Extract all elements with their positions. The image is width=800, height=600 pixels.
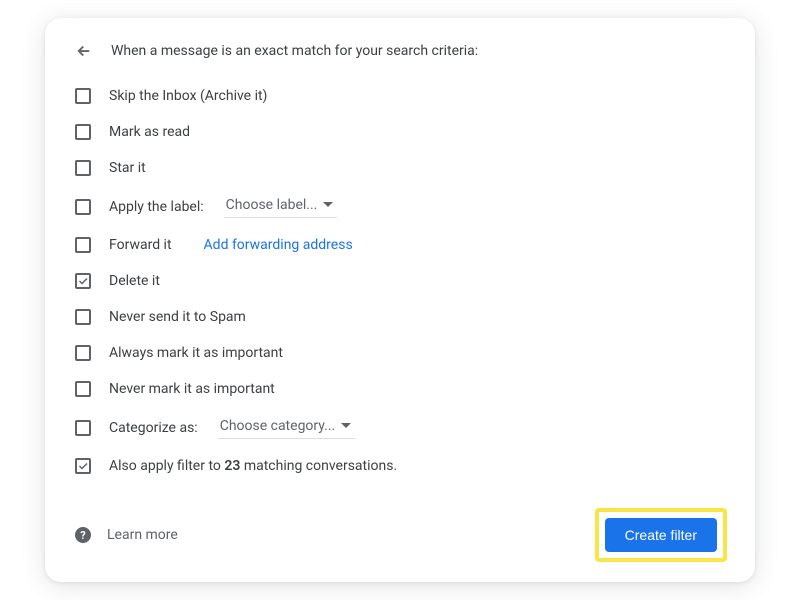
dialog-title: When a message is an exact match for you… bbox=[111, 43, 478, 59]
learn-more-link[interactable]: ? Learn more bbox=[75, 527, 178, 543]
option-always-important: Always mark it as important bbox=[73, 335, 727, 371]
matching-count: 23 bbox=[224, 458, 240, 474]
option-never-spam: Never send it to Spam bbox=[73, 299, 727, 335]
option-star: Star it bbox=[73, 150, 727, 186]
checkbox-delete[interactable] bbox=[75, 273, 91, 289]
option-label: Mark as read bbox=[109, 124, 190, 140]
checkbox-skip-inbox[interactable] bbox=[75, 88, 91, 104]
checkbox-also-apply[interactable] bbox=[75, 458, 91, 474]
create-filter-highlight: Create filter bbox=[595, 508, 727, 562]
option-skip-inbox: Skip the Inbox (Archive it) bbox=[73, 78, 727, 114]
add-forwarding-link[interactable]: Add forwarding address bbox=[204, 237, 353, 253]
caret-down-icon bbox=[323, 200, 333, 210]
option-label: Always mark it as important bbox=[109, 345, 283, 361]
option-label: Star it bbox=[109, 160, 146, 176]
back-arrow-icon[interactable] bbox=[75, 42, 93, 60]
option-apply-label: Apply the label: Choose label... bbox=[73, 186, 727, 227]
option-label: Never send it to Spam bbox=[109, 309, 246, 325]
checkbox-categorize[interactable] bbox=[75, 420, 91, 436]
option-label: Delete it bbox=[109, 273, 160, 289]
option-label: Apply the label: bbox=[109, 199, 204, 215]
category-dropdown[interactable]: Choose category... bbox=[218, 416, 356, 439]
option-label: Skip the Inbox (Archive it) bbox=[109, 88, 267, 104]
option-forward: Forward it Add forwarding address bbox=[73, 227, 727, 263]
checkbox-never-important[interactable] bbox=[75, 381, 91, 397]
dialog-header: When a message is an exact match for you… bbox=[73, 42, 727, 60]
checkbox-apply-label[interactable] bbox=[75, 199, 91, 215]
option-also-apply: Also apply filter to 23 matching convers… bbox=[73, 448, 727, 484]
also-apply-suffix: matching conversations. bbox=[240, 458, 397, 474]
checkbox-star[interactable] bbox=[75, 160, 91, 176]
create-filter-button[interactable]: Create filter bbox=[605, 518, 717, 552]
checkbox-mark-read[interactable] bbox=[75, 124, 91, 140]
option-label: Categorize as: bbox=[109, 420, 198, 436]
option-never-important: Never mark it as important bbox=[73, 371, 727, 407]
label-dropdown[interactable]: Choose label... bbox=[224, 195, 338, 218]
dialog-footer: ? Learn more Create filter bbox=[73, 508, 727, 562]
checkbox-forward[interactable] bbox=[75, 237, 91, 253]
dropdown-text: Choose category... bbox=[220, 418, 336, 434]
option-delete: Delete it bbox=[73, 263, 727, 299]
option-label: Forward it bbox=[109, 237, 172, 253]
option-label: Never mark it as important bbox=[109, 381, 275, 397]
dropdown-text: Choose label... bbox=[226, 197, 318, 213]
also-apply-prefix: Also apply filter to bbox=[109, 458, 224, 474]
help-icon: ? bbox=[75, 527, 91, 543]
learn-more-label: Learn more bbox=[107, 527, 178, 543]
option-categorize: Categorize as: Choose category... bbox=[73, 407, 727, 448]
option-label: Also apply filter to 23 matching convers… bbox=[109, 458, 397, 474]
checkbox-always-important[interactable] bbox=[75, 345, 91, 361]
checkbox-never-spam[interactable] bbox=[75, 309, 91, 325]
option-mark-read: Mark as read bbox=[73, 114, 727, 150]
caret-down-icon bbox=[341, 421, 351, 431]
filter-dialog: When a message is an exact match for you… bbox=[45, 18, 755, 582]
